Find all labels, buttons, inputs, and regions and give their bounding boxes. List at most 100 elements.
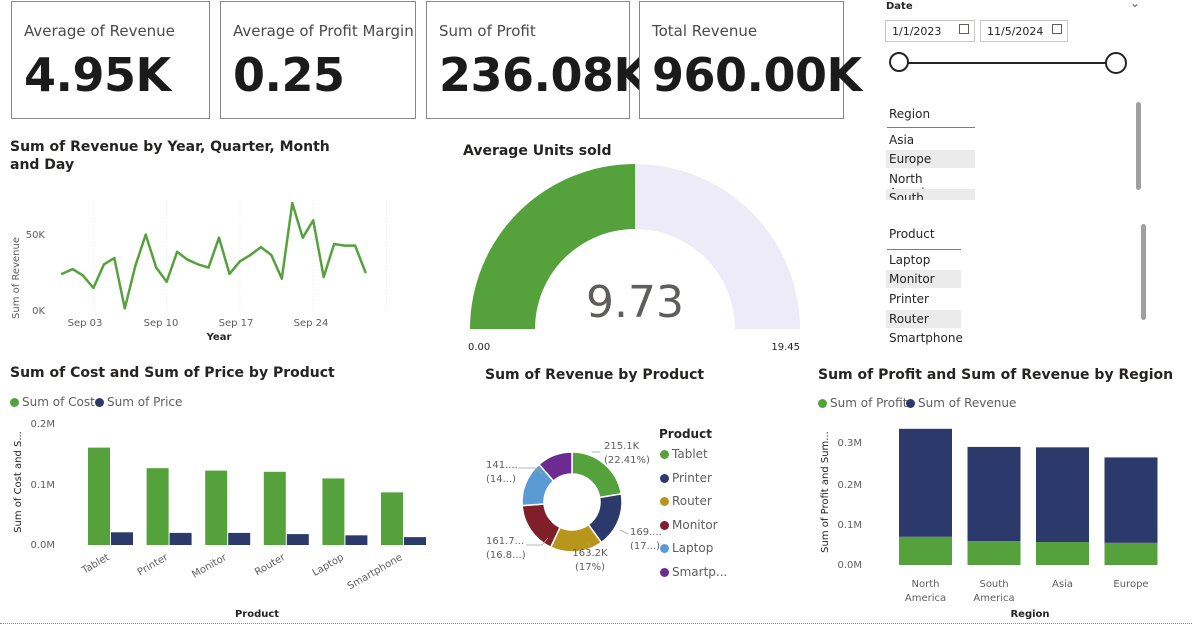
- start-date-input[interactable]: 1/1/2023: [885, 20, 975, 42]
- line-point[interactable]: [155, 266, 158, 269]
- legend-printer[interactable]: Printer: [660, 471, 712, 485]
- line-point[interactable]: [60, 272, 64, 276]
- region-item-europe[interactable]: Europe: [886, 150, 975, 168]
- cost-price-chart-visual[interactable]: Sum of Cost and Sum of Price by Product …: [0, 360, 440, 626]
- revenue-line[interactable]: [61, 201, 367, 310]
- line-point[interactable]: [196, 263, 200, 266]
- bar-profit-north-america[interactable]: [899, 536, 952, 565]
- bar-price-tablet[interactable]: [111, 532, 133, 545]
- chevron-down-icon[interactable]: ⌄: [1130, 0, 1140, 10]
- legend-monitor[interactable]: Monitor: [660, 518, 718, 532]
- date-slicer[interactable]: Date ⌄ 1/1/2023 11/5/2024: [880, 0, 1150, 90]
- line-point[interactable]: [207, 266, 210, 269]
- x-axis-title: Region: [1010, 609, 1049, 620]
- bar-price-router[interactable]: [286, 534, 309, 545]
- product-item-laptop[interactable]: Laptop: [886, 251, 961, 269]
- line-point[interactable]: [312, 219, 315, 222]
- line-point[interactable]: [238, 260, 242, 263]
- bar-revenue-asia[interactable]: [1036, 447, 1089, 543]
- line-point[interactable]: [134, 264, 137, 268]
- end-date-input[interactable]: 11/5/2024: [980, 20, 1068, 42]
- bar-revenue-south-america[interactable]: [967, 446, 1021, 542]
- region-item-asia[interactable]: Asia: [886, 131, 975, 149]
- line-point[interactable]: [102, 263, 106, 266]
- line-point[interactable]: [175, 250, 179, 254]
- kpi-card-total-revenue[interactable]: Total Revenue 960.00K: [639, 1, 862, 119]
- region-item-south-america[interactable]: South America: [886, 189, 975, 200]
- legend-laptop[interactable]: Laptop: [660, 541, 713, 555]
- bar-price-monitor[interactable]: [228, 532, 251, 545]
- product-slicer[interactable]: Product Laptop Monitor Printer Router Sm…: [885, 220, 1150, 348]
- gauge-visual[interactable]: Average Units sold 9.73 0.00 19.45: [455, 135, 815, 360]
- donut-label: (16.8...): [486, 550, 526, 561]
- legend-marker: [660, 544, 669, 553]
- x-tick-label: Laptop: [311, 552, 346, 579]
- gauge-value: 9.73: [586, 277, 684, 328]
- bar-profit-south-america[interactable]: [967, 541, 1021, 565]
- line-chart-visual[interactable]: Sum of Revenue by Year, Quarter, Month a…: [0, 130, 440, 350]
- line-point[interactable]: [165, 280, 168, 283]
- line-point[interactable]: [144, 233, 147, 236]
- bar-revenue-north-america[interactable]: [899, 428, 952, 537]
- line-point[interactable]: [259, 245, 263, 249]
- bar-cost-smartphone[interactable]: [381, 492, 403, 545]
- bar-cost-router[interactable]: [263, 471, 286, 545]
- revenue-by-product-visual[interactable]: Sum of Revenue by Product 215.1K (22.41%…: [470, 360, 800, 626]
- line-point[interactable]: [123, 307, 127, 310]
- bar-revenue-europe[interactable]: [1104, 457, 1158, 543]
- bar-cost-tablet[interactable]: [88, 447, 110, 545]
- kpi-card-sum-profit[interactable]: Sum of Profit 236.08K: [426, 1, 649, 119]
- legend-marker: [660, 474, 669, 483]
- kpi-card-avg-revenue[interactable]: Average of Revenue 4.95K: [11, 1, 210, 119]
- product-scrollbar[interactable]: [1141, 224, 1146, 320]
- product-item-monitor[interactable]: Monitor: [886, 270, 961, 288]
- bar-price-printer[interactable]: [169, 532, 192, 545]
- profit-revenue-by-region-visual[interactable]: Sum of Profit and Sum of Revenue by Regi…: [810, 360, 1192, 626]
- line-point[interactable]: [322, 275, 325, 279]
- bar-profit-asia[interactable]: [1036, 542, 1089, 565]
- bar-cost-printer[interactable]: [146, 468, 169, 545]
- line-point[interactable]: [92, 286, 95, 290]
- line-point[interactable]: [291, 201, 294, 205]
- donut-label: 141....: [486, 460, 518, 471]
- product-item-router[interactable]: Router: [886, 310, 961, 328]
- line-point[interactable]: [113, 256, 116, 260]
- bar-cost-monitor[interactable]: [205, 470, 228, 545]
- line-point[interactable]: [217, 236, 221, 239]
- line-point[interactable]: [353, 244, 357, 247]
- region-scrollbar[interactable]: [1136, 102, 1141, 190]
- donut-label: (22.41%): [604, 455, 650, 466]
- x-tick-label: Asia: [1052, 579, 1073, 590]
- date-range-handle-start[interactable]: [889, 52, 909, 72]
- y-tick-label: 0K: [32, 306, 45, 317]
- bar-cost-laptop[interactable]: [322, 478, 345, 545]
- line-point[interactable]: [301, 236, 304, 239]
- bar-price-laptop[interactable]: [345, 535, 368, 545]
- product-item-printer[interactable]: Printer: [886, 290, 961, 308]
- line-point[interactable]: [343, 244, 346, 247]
- legend-router[interactable]: Router: [660, 494, 712, 508]
- donut-label: (14...): [486, 474, 516, 485]
- line-point[interactable]: [364, 271, 367, 274]
- y-tick-label: 50K: [26, 230, 46, 241]
- line-point[interactable]: [228, 272, 231, 276]
- line-point[interactable]: [71, 267, 74, 271]
- line-point[interactable]: [280, 277, 283, 280]
- product-item-smartphone[interactable]: Smartphone: [886, 329, 966, 347]
- kpi-value: 4.95K: [24, 48, 171, 102]
- calendar-icon[interactable]: [959, 24, 969, 34]
- line-point[interactable]: [332, 242, 336, 246]
- region-slicer[interactable]: Region Asia Europe North America South A…: [885, 100, 1145, 200]
- calendar-icon[interactable]: [1052, 24, 1062, 34]
- date-range-handle-end[interactable]: [1105, 52, 1127, 74]
- bar-profit-europe[interactable]: [1104, 542, 1158, 565]
- legend-smartphone[interactable]: Smartp...: [660, 565, 727, 579]
- donut-slice-monitor[interactable]: [521, 503, 562, 549]
- legend-tablet[interactable]: Tablet: [660, 447, 708, 461]
- line-point[interactable]: [270, 253, 273, 257]
- line-point[interactable]: [186, 258, 189, 261]
- kpi-card-avg-profit-margin[interactable]: Average of Profit Margin 0.25: [220, 1, 416, 119]
- line-point[interactable]: [81, 274, 85, 277]
- line-point[interactable]: [249, 253, 252, 257]
- bar-price-smartphone[interactable]: [404, 537, 426, 545]
